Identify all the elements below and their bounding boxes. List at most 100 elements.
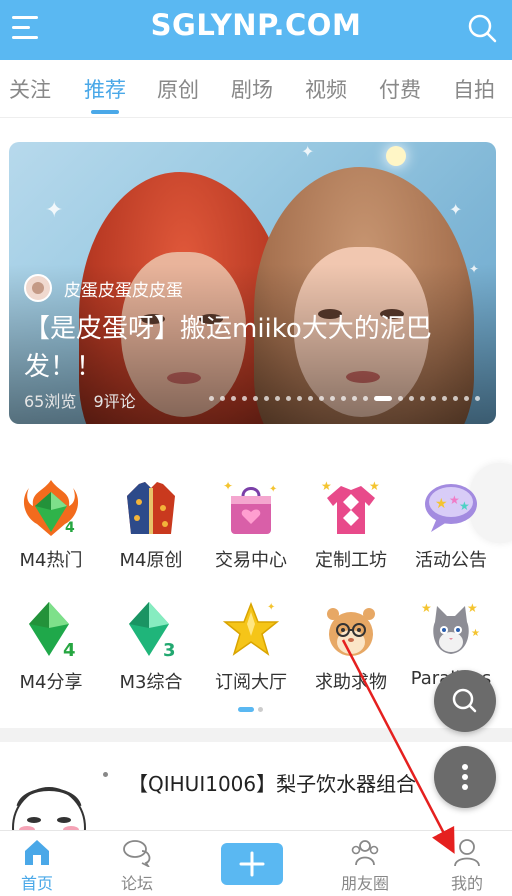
tab-follow[interactable]: 关注 <box>0 74 60 104</box>
svg-text:★: ★ <box>421 601 432 615</box>
featured-banner[interactable]: ✦ ✦ ✦ ✦ 皮蛋皮蛋皮皮蛋 【是皮蛋呀】搬运miiko大大的泥巴发！！ 65… <box>9 142 496 424</box>
page-dot <box>258 707 263 712</box>
svg-text:3: 3 <box>163 640 176 660</box>
tab-original[interactable]: 原创 <box>148 74 208 104</box>
carousel-dot-active <box>374 396 392 401</box>
grid-item-subscription-hall[interactable]: ✦ 订阅大厅 <box>201 600 301 694</box>
sparkle-icon: ✦ <box>449 200 463 219</box>
nav-label: 我的 <box>450 874 483 893</box>
grid-item-label: 定制工坊 <box>315 550 387 571</box>
post-title: 【QIHUI1006】梨子饮水器组合 <box>128 772 417 796</box>
carousel-dot <box>352 396 357 401</box>
carousel-dot <box>253 396 258 401</box>
author-name: 皮蛋皮蛋皮皮蛋 <box>64 280 183 301</box>
grid-page-indicator[interactable] <box>238 707 263 712</box>
nav-home[interactable]: 首页 <box>0 837 77 894</box>
gold-star-icon: ✦ <box>221 600 281 660</box>
search-icon[interactable] <box>466 12 498 44</box>
bottom-nav: 首页 论坛 朋友圈 我的 <box>0 830 512 896</box>
grid-item-trading-center[interactable]: ✦ ✦ 交易中心 <box>201 478 301 572</box>
comments-count: 9评论 <box>93 392 136 411</box>
nav-label: 首页 <box>20 874 53 893</box>
svg-text:★: ★ <box>459 499 470 513</box>
chat-icon <box>122 837 152 869</box>
active-tab-indicator <box>91 110 119 114</box>
svg-text:★: ★ <box>369 479 380 493</box>
grid-item-label: M4热门 <box>19 550 83 571</box>
banner-author[interactable]: 皮蛋皮蛋皮皮蛋 <box>24 272 183 304</box>
search-icon <box>452 688 477 713</box>
carousel-dot <box>286 396 291 401</box>
carousel-dot <box>231 396 236 401</box>
grid-item-label: M3综合 <box>119 672 183 693</box>
grid-item-m3-general[interactable]: 3 M3综合 <box>101 600 201 694</box>
carousel-dot <box>442 396 447 401</box>
site-logo: SGLYNP.COM <box>150 8 362 42</box>
carousel-dot <box>464 396 469 401</box>
post-create-button[interactable] <box>221 843 283 885</box>
svg-text:★: ★ <box>321 479 332 493</box>
grid-item-event-notice[interactable]: ★ ★ ★ 活动公告 <box>401 478 501 572</box>
carousel-dot <box>420 396 425 401</box>
grid-item-m4-original[interactable]: M4原创 <box>101 478 201 572</box>
tab-theater[interactable]: 剧场 <box>222 74 282 104</box>
tab-recommend[interactable]: 推荐 <box>75 74 135 104</box>
carousel-dot <box>242 396 247 401</box>
page-dot-active <box>238 707 254 712</box>
category-tabs: 关注 推荐 原创 剧场 视频 付费 自拍 <box>0 60 512 118</box>
tab-paid[interactable]: 付费 <box>370 74 430 104</box>
nav-label: 论坛 <box>120 874 153 893</box>
tab-video[interactable]: 视频 <box>296 74 356 104</box>
grid-item-label: 活动公告 <box>415 550 487 571</box>
grid-item-label: 求助求物 <box>315 672 387 693</box>
cat-stars-icon: ★ ★ ★ <box>421 600 481 660</box>
grid-item-help-request[interactable]: 求助求物 <box>301 600 401 694</box>
grid-item-label: M4分享 <box>19 672 83 693</box>
carousel-dot <box>409 396 414 401</box>
carousel-dot <box>220 396 225 401</box>
tab-selfie[interactable]: 自拍 <box>444 74 504 104</box>
carousel-dot <box>398 396 403 401</box>
grid-item-label: M4原创 <box>119 550 183 571</box>
nav-mine[interactable]: 我的 <box>427 837 507 894</box>
carousel-dot <box>453 396 458 401</box>
carousel-indicator[interactable] <box>209 396 480 401</box>
bullet-dot <box>103 772 108 777</box>
sun-decoration <box>386 146 406 166</box>
carousel-dot <box>209 396 214 401</box>
svg-text:✦: ✦ <box>223 479 233 493</box>
green-gem-3-icon: 3 <box>121 600 181 661</box>
carousel-dot <box>264 396 269 401</box>
banner-title: 【是皮蛋呀】搬运miiko大大的泥巴发！！ <box>24 314 432 382</box>
user-icon <box>452 837 482 867</box>
svg-text:★: ★ <box>467 601 478 615</box>
carousel-dot <box>363 396 368 401</box>
views-count: 65浏览 <box>24 392 77 411</box>
nav-forum[interactable]: 论坛 <box>97 837 177 894</box>
nav-moments[interactable]: 朋友圈 <box>325 837 405 894</box>
carousel-dot <box>341 396 346 401</box>
grid-item-label: 订阅大厅 <box>215 672 287 693</box>
carousel-dot <box>297 396 302 401</box>
grid-item-m4-hot[interactable]: 4 M4热门 <box>1 478 101 572</box>
grid-item-custom-workshop[interactable]: ★ ★ 定制工坊 <box>301 478 401 572</box>
svg-text:★: ★ <box>435 496 448 512</box>
banner-stats: 65浏览 9评论 <box>24 388 148 412</box>
svg-text:4: 4 <box>65 520 75 536</box>
svg-text:✦: ✦ <box>269 484 277 495</box>
green-gem-4-icon: 4 <box>21 600 81 661</box>
carousel-dot <box>308 396 313 401</box>
jacket-icon <box>121 478 181 538</box>
nav-label: 朋友圈 <box>340 874 389 893</box>
shopping-bag-icon: ✦ ✦ <box>221 478 281 538</box>
float-search-button[interactable] <box>434 670 496 732</box>
carousel-dot <box>475 396 480 401</box>
more-vertical-icon <box>462 764 468 790</box>
avatar <box>24 274 52 302</box>
grid-item-m4-share[interactable]: 4 M4分享 <box>1 600 101 694</box>
svg-text:✦: ✦ <box>267 602 275 613</box>
sparkle-icon: ✦ <box>45 198 64 223</box>
sparkle-icon: ✦ <box>301 142 315 161</box>
float-more-button[interactable] <box>434 746 496 808</box>
sweater-icon: ★ ★ <box>321 478 381 538</box>
